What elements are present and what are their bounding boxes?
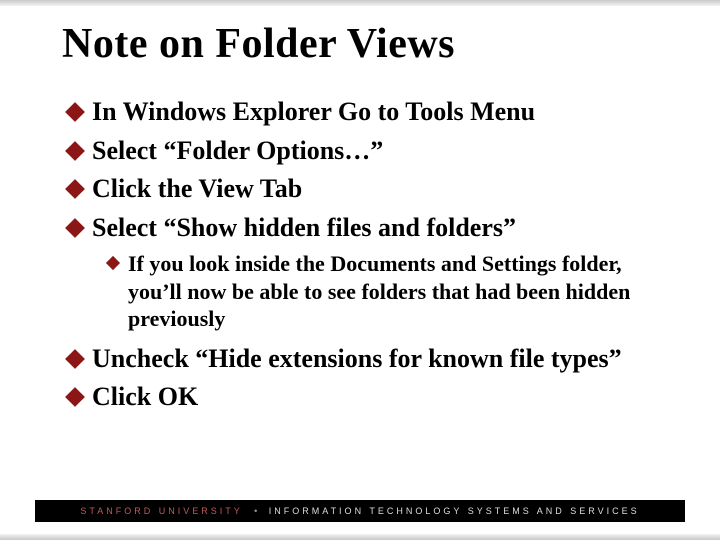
footer-text: STANFORD UNIVERSITY • INFORMATION TECHNO… (80, 506, 639, 516)
sub-bullet-item: If you look inside the Documents and Set… (108, 250, 668, 333)
bullet-item: In Windows Explorer Go to Tools Menu (68, 96, 668, 129)
diamond-bullet-icon (65, 387, 85, 407)
footer-band: STANFORD UNIVERSITY • INFORMATION TECHNO… (35, 500, 685, 522)
bullet-item: Click OK (68, 381, 668, 414)
bullet-text: Click OK (92, 381, 198, 414)
slide-content: Note on Folder Views In Windows Explorer… (62, 20, 668, 420)
diamond-bullet-icon (65, 102, 85, 122)
footer-department: INFORMATION TECHNOLOGY SYSTEMS AND SERVI… (269, 506, 640, 516)
diamond-bullet-icon (106, 256, 120, 270)
bullet-text: Click the View Tab (92, 173, 302, 206)
diamond-bullet-icon (65, 179, 85, 199)
bullet-item: Uncheck “Hide extensions for known file … (68, 343, 668, 376)
diamond-bullet-icon (65, 349, 85, 369)
slide-title: Note on Folder Views (62, 20, 668, 68)
bullet-text: Select “Folder Options…” (92, 135, 383, 168)
bullet-text: Uncheck “Hide extensions for known file … (92, 343, 622, 376)
bullet-text: Select “Show hidden files and folders” (92, 212, 516, 245)
bullet-item: Select “Show hidden files and folders” (68, 212, 668, 245)
diamond-bullet-icon (65, 141, 85, 161)
footer-separator-icon: • (248, 506, 263, 516)
diamond-bullet-icon (65, 218, 85, 238)
sub-bullet-list: If you look inside the Documents and Set… (108, 250, 668, 333)
sub-bullet-text: If you look inside the Documents and Set… (128, 250, 668, 333)
bullet-item: Select “Folder Options…” (68, 135, 668, 168)
slide: Note on Folder Views In Windows Explorer… (0, 0, 720, 540)
bullet-item: Click the View Tab (68, 173, 668, 206)
slide-footer: STANFORD UNIVERSITY • INFORMATION TECHNO… (0, 500, 720, 530)
bottom-edge-gradient (0, 534, 720, 540)
bullet-text: In Windows Explorer Go to Tools Menu (92, 96, 535, 129)
bullet-list: In Windows Explorer Go to Tools Menu Sel… (68, 96, 668, 414)
top-edge-gradient (0, 0, 720, 6)
footer-brand: STANFORD UNIVERSITY (80, 506, 242, 516)
